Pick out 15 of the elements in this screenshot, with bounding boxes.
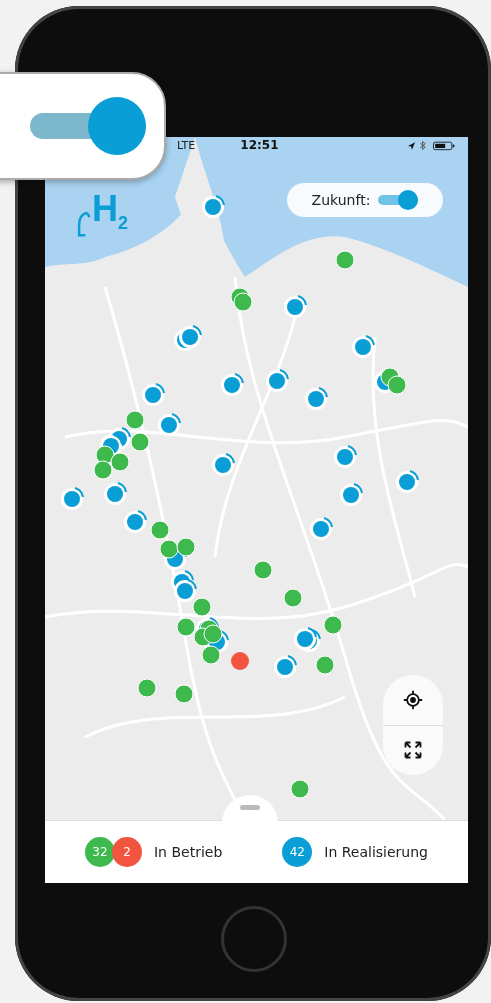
status-icons (406, 139, 456, 151)
count-badge: 2 (112, 837, 142, 867)
toggle-label: Zukunft: (311, 192, 371, 208)
expand-icon (403, 740, 423, 761)
network-label: LTE (177, 138, 196, 152)
logo-text: H$_{2}$ (92, 191, 128, 236)
toggle-switch[interactable] (30, 97, 146, 155)
legend-label: In Realisierung (324, 844, 428, 860)
toggle-switch[interactable] (378, 190, 419, 210)
home-button[interactable] (221, 906, 287, 972)
count-badge: 42 (282, 837, 313, 867)
status-time: 12:51 (240, 138, 279, 152)
crosshair-icon (403, 689, 423, 710)
count-badge: 32 (85, 837, 115, 867)
legend-label: In Betrieb (154, 844, 223, 860)
